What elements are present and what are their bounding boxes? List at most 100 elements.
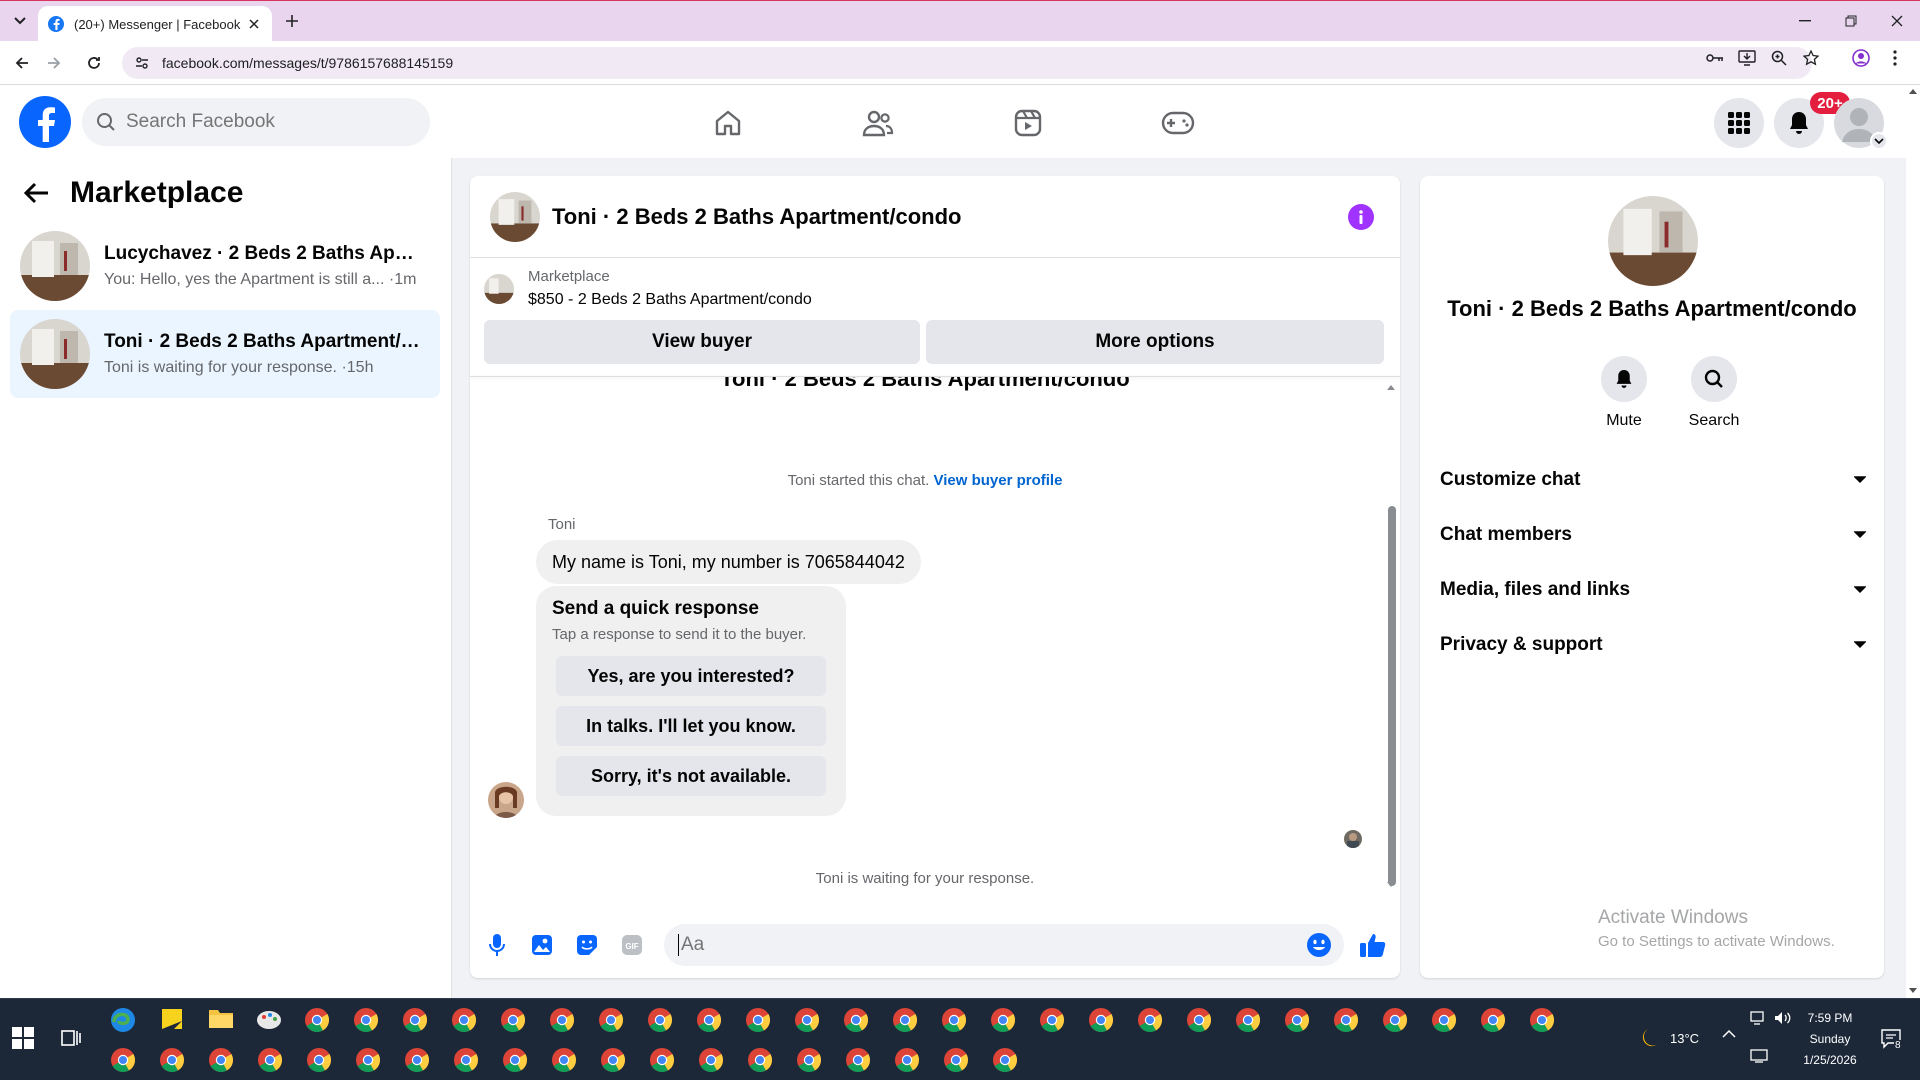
window-close-icon[interactable] bbox=[1874, 1, 1920, 41]
nav-home[interactable] bbox=[672, 94, 784, 152]
listing-thumbnail bbox=[20, 319, 90, 389]
watermark-line2: Go to Settings to activate Windows. bbox=[1598, 933, 1835, 950]
forward-arrow-icon[interactable] bbox=[42, 51, 66, 75]
page-scrollbar[interactable] bbox=[1906, 86, 1920, 998]
video-icon bbox=[1013, 108, 1043, 138]
minimize-icon[interactable] bbox=[1782, 1, 1828, 41]
facebook-logo-icon[interactable] bbox=[19, 96, 71, 148]
windows-start-icon[interactable] bbox=[12, 1027, 38, 1053]
gif-icon[interactable]: GIF bbox=[619, 932, 645, 958]
waiting-notice: Toni is waiting for your response. bbox=[815, 870, 1035, 887]
photo-icon[interactable] bbox=[529, 932, 555, 958]
sender-avatar[interactable] bbox=[488, 782, 524, 818]
search-input[interactable] bbox=[126, 111, 406, 133]
like-thumb-icon[interactable] bbox=[1358, 930, 1388, 960]
message-composer: GIF bbox=[470, 912, 1400, 972]
svg-text:GIF: GIF bbox=[625, 942, 638, 951]
chevron-down-icon bbox=[1854, 586, 1866, 594]
back-arrow-icon[interactable] bbox=[10, 51, 34, 75]
section-label: Customize chat bbox=[1440, 469, 1581, 490]
display-icon[interactable] bbox=[1750, 1049, 1776, 1075]
new-tab-plus-icon[interactable] bbox=[282, 11, 302, 31]
tab-close-icon[interactable] bbox=[246, 16, 262, 32]
nav-friends[interactable] bbox=[822, 94, 934, 152]
nav-video[interactable] bbox=[972, 94, 1084, 152]
sticky-notes-icon[interactable] bbox=[160, 1007, 186, 1033]
view-buyer-button[interactable]: View buyer bbox=[484, 320, 920, 364]
browser-tab[interactable]: (20+) Messenger | Facebook bbox=[38, 6, 272, 42]
facebook-header: 20+ bbox=[0, 86, 1920, 158]
bookmark-star-icon[interactable] bbox=[1802, 49, 1820, 67]
conversation-name: Toni · 2 Beds 2 Baths Apartment/c... bbox=[104, 331, 424, 352]
customize-chat-section[interactable]: Customize chat bbox=[1440, 458, 1866, 502]
quick-response-card: Send a quick response Tap a response to … bbox=[536, 586, 846, 816]
profile-icon[interactable] bbox=[1852, 49, 1870, 67]
tab-list-chevron-icon[interactable] bbox=[10, 11, 30, 31]
install-app-icon[interactable] bbox=[1738, 49, 1756, 67]
taskbar-chrome-row-2 bbox=[110, 1047, 1030, 1075]
weather-moon-icon[interactable] bbox=[1640, 1027, 1666, 1053]
media-files-links-section[interactable]: Media, files and links bbox=[1440, 568, 1866, 612]
address-bar[interactable]: facebook.com/messages/t/9786157688145159 bbox=[122, 47, 1812, 79]
zoom-icon[interactable] bbox=[1770, 49, 1788, 67]
conversation-name: Lucychavez · 2 Beds 2 Baths Apart... bbox=[104, 243, 424, 264]
chat-thumbnail[interactable] bbox=[490, 191, 540, 242]
listing-title: $850 - 2 Beds 2 Baths Apartment/condo bbox=[528, 291, 812, 308]
conversation-item-lucychavez[interactable]: Lucychavez · 2 Beds 2 Baths Apart... You… bbox=[10, 222, 440, 310]
task-view-icon[interactable] bbox=[60, 1027, 86, 1053]
search-icon bbox=[1691, 356, 1737, 402]
menu-grid-button[interactable] bbox=[1714, 98, 1764, 148]
facebook-search-bar[interactable] bbox=[82, 98, 430, 146]
quick-response-option[interactable]: In talks. I'll let you know. bbox=[556, 706, 826, 746]
privacy-support-section[interactable]: Privacy & support bbox=[1440, 623, 1866, 667]
site-info-icon[interactable] bbox=[134, 55, 150, 71]
scrollbar-thumb[interactable] bbox=[1388, 506, 1396, 886]
paint-app-icon[interactable] bbox=[256, 1007, 282, 1033]
chat-members-section[interactable]: Chat members bbox=[1440, 513, 1866, 557]
quick-response-option[interactable]: Sorry, it's not available. bbox=[556, 756, 826, 796]
chat-header: Toni · 2 Beds 2 Baths Apartment/condo bbox=[470, 176, 1400, 258]
emoji-icon[interactable] bbox=[1306, 932, 1332, 958]
clock-day: Sunday bbox=[1809, 1032, 1851, 1046]
chat-info-panel: Toni · 2 Beds 2 Baths Apartment/condo Mu… bbox=[1420, 176, 1884, 978]
chat-title[interactable]: Toni · 2 Beds 2 Baths Apartment/condo bbox=[552, 204, 961, 230]
listing-banner[interactable]: Marketplace $850 - 2 Beds 2 Baths Apartm… bbox=[484, 268, 812, 309]
url-text: facebook.com/messages/t/9786157688145159 bbox=[162, 55, 454, 71]
bell-icon bbox=[1601, 356, 1647, 402]
notification-center-icon[interactable]: 8 bbox=[1880, 1027, 1906, 1053]
network-icon[interactable] bbox=[1750, 1011, 1776, 1037]
search-icon bbox=[96, 112, 116, 132]
view-buyer-profile-link[interactable]: View buyer profile bbox=[933, 472, 1062, 489]
account-avatar[interactable] bbox=[1834, 98, 1888, 150]
back-arrow-icon[interactable] bbox=[22, 181, 50, 205]
edge-icon[interactable] bbox=[110, 1007, 136, 1033]
quick-response-title: Send a quick response bbox=[552, 598, 759, 619]
sticker-icon[interactable] bbox=[574, 932, 600, 958]
info-title: Toni · 2 Beds 2 Baths Apartment/condo bbox=[1447, 296, 1857, 321]
nav-gaming[interactable] bbox=[1122, 94, 1234, 152]
tray-chevron-up-icon[interactable] bbox=[1722, 1029, 1748, 1055]
clock-date: 1/25/2026 bbox=[1803, 1053, 1857, 1067]
gaming-icon bbox=[1161, 110, 1195, 136]
quick-response-option[interactable]: Yes, are you interested? bbox=[556, 656, 826, 696]
message-bubble[interactable]: My name is Toni, my number is 7065844042 bbox=[536, 540, 921, 584]
mute-button[interactable]: Mute bbox=[1584, 356, 1664, 430]
windows-taskbar: 13°C 7:59 PM Sunday 1/25/2026 8 bbox=[0, 998, 1920, 1080]
browser-tabstrip: (20+) Messenger | Facebook bbox=[0, 0, 1920, 42]
info-icon[interactable] bbox=[1348, 204, 1374, 230]
more-options-button[interactable]: More options bbox=[926, 320, 1384, 364]
restore-icon[interactable] bbox=[1828, 1, 1874, 41]
reload-icon[interactable] bbox=[82, 51, 106, 75]
tab-title: (20+) Messenger | Facebook bbox=[74, 16, 241, 32]
volume-icon[interactable] bbox=[1774, 1011, 1800, 1037]
search-in-conversation-button[interactable]: Search bbox=[1674, 356, 1754, 430]
browser-menu-icon[interactable] bbox=[1886, 49, 1904, 67]
conversation-item-toni[interactable]: Toni · 2 Beds 2 Baths Apartment/c... Ton… bbox=[10, 310, 440, 398]
microphone-icon[interactable] bbox=[484, 932, 510, 958]
message-input[interactable] bbox=[678, 934, 1278, 956]
chevron-down-icon bbox=[1854, 641, 1866, 649]
file-explorer-icon[interactable] bbox=[208, 1007, 234, 1033]
password-key-icon[interactable] bbox=[1706, 49, 1724, 67]
conversation-snippet: Toni is waiting for your response. ·15h bbox=[104, 359, 374, 376]
message-input-wrapper bbox=[664, 924, 1344, 966]
